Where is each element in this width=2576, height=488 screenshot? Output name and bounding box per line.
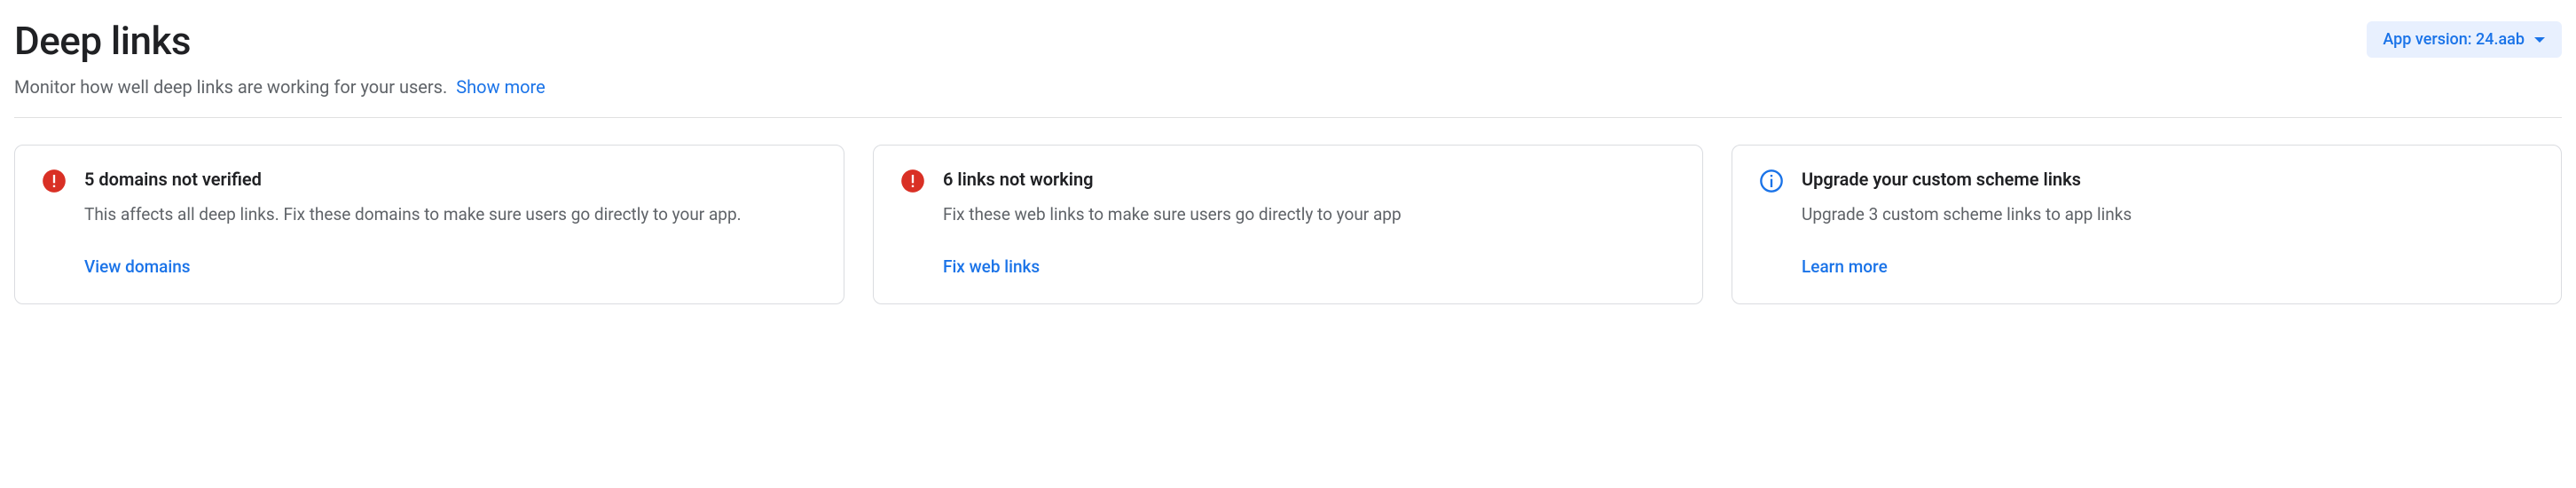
app-version-label: App version: 24.aab — [2383, 30, 2525, 49]
card-description: This affects all deep links. Fix these d… — [84, 202, 817, 228]
show-more-link[interactable]: Show more — [456, 76, 545, 98]
upgrade-scheme-links-card: Upgrade your custom scheme links Upgrade… — [1732, 145, 2562, 304]
page-header: Deep links App version: 24.aab — [14, 18, 2562, 64]
links-not-working-card: 6 links not working Fix these web links … — [873, 145, 1703, 304]
card-body: Upgrade your custom scheme links Upgrade… — [1802, 169, 2534, 277]
error-icon — [900, 169, 925, 193]
chevron-down-icon — [2533, 36, 2546, 43]
info-icon — [1759, 169, 1784, 193]
app-version-dropdown[interactable]: App version: 24.aab — [2367, 21, 2562, 58]
card-description: Upgrade 3 custom scheme links to app lin… — [1802, 202, 2534, 228]
domains-not-verified-card: 5 domains not verified This affects all … — [14, 145, 844, 304]
status-cards-row: 5 domains not verified This affects all … — [14, 145, 2562, 304]
page-title: Deep links — [14, 18, 191, 64]
page-subtitle: Monitor how well deep links are working … — [14, 76, 447, 98]
card-body: 6 links not working Fix these web links … — [943, 169, 1676, 277]
card-description: Fix these web links to make sure users g… — [943, 202, 1676, 228]
view-domains-link[interactable]: View domains — [84, 256, 817, 277]
card-title: Upgrade your custom scheme links — [1802, 169, 2534, 190]
card-body: 5 domains not verified This affects all … — [84, 169, 817, 277]
card-title: 6 links not working — [943, 169, 1676, 190]
fix-web-links-link[interactable]: Fix web links — [943, 256, 1676, 277]
card-title: 5 domains not verified — [84, 169, 817, 190]
error-icon — [42, 169, 67, 193]
page-subtitle-row: Monitor how well deep links are working … — [14, 76, 2562, 118]
learn-more-link[interactable]: Learn more — [1802, 256, 2534, 277]
